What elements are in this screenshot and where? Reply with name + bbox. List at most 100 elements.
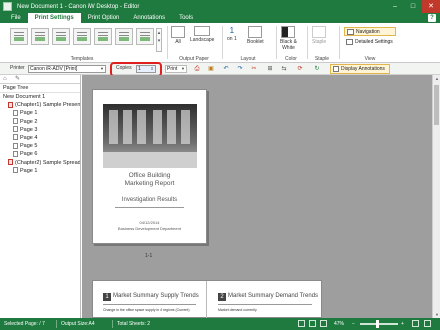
zoom-slider-thumb[interactable] — [376, 320, 380, 328]
divider — [115, 207, 184, 208]
page-icon — [13, 118, 18, 125]
page-tree-tab-icon[interactable]: ⌂ — [3, 76, 11, 83]
tree-item-label: Page 2 — [20, 118, 38, 125]
minimize-button[interactable]: – — [386, 0, 404, 13]
output-size-status: Output Size:A4 — [61, 321, 95, 327]
tree-item-chapter[interactable]: (Chapter1) Sample Presentation — [0, 101, 80, 109]
display-annotations-button[interactable]: Display Annotations — [330, 64, 390, 74]
scroll-thumb[interactable] — [434, 85, 439, 125]
tree-item-label: Page 1 — [20, 167, 38, 174]
chevron-down-icon: ▼ — [181, 66, 185, 71]
black-white-button[interactable]: Black & White — [280, 26, 297, 51]
delete-icon[interactable]: ✂ — [250, 65, 258, 73]
booklet-button[interactable]: Booklet — [247, 26, 264, 45]
spread-left: 1 Market Summary Supply Trends Change in… — [93, 281, 207, 319]
section-text: Market demand currently — [218, 308, 257, 312]
tree-item-page[interactable]: Page 5 — [0, 142, 80, 150]
tree-item-chapter[interactable]: (Chapter2) Sample Spread Original — [0, 159, 80, 167]
page-icon — [13, 150, 18, 157]
printer-label: Printer — [10, 65, 25, 71]
print-button[interactable]: Print ▼ — [165, 65, 187, 73]
page-view-icon[interactable] — [298, 320, 305, 327]
tree-item-label: Page 1 — [20, 110, 38, 117]
close-button[interactable]: ✕ — [422, 0, 440, 13]
staple-group: Staple Staple — [308, 25, 336, 62]
fit-page-icon[interactable] — [309, 320, 316, 327]
section-number: 2 — [218, 293, 226, 301]
template-thumb[interactable] — [115, 28, 133, 45]
tree-item-page[interactable]: Page 6 — [0, 150, 80, 158]
window-controls: – □ ✕ — [386, 0, 440, 13]
report-title-line1: Office Building — [128, 172, 171, 179]
page-tree-pane: ⌂ ✎ Page Tree New Document 1 (Chapter1) S… — [0, 75, 81, 318]
print-preview-icon[interactable]: ⎙ — [193, 65, 201, 73]
app-icon — [3, 2, 12, 11]
template-thumb[interactable] — [94, 28, 112, 45]
total-sheets-status: Total Sheets: 2 — [117, 321, 151, 327]
insert-icon[interactable]: ⊞ — [266, 65, 274, 73]
templates-scroll[interactable]: ▴ ▾ — [156, 28, 162, 52]
building-photo — [103, 104, 197, 168]
help-button[interactable]: ? — [428, 14, 436, 22]
tree-item-label: New Document 1 — [3, 94, 46, 100]
vertical-scrollbar[interactable]: ▲ ▼ — [432, 75, 440, 318]
tab-print-settings[interactable]: Print Settings — [27, 13, 81, 23]
report-subtitle: Investigation Results — [121, 197, 178, 203]
two-page-icon[interactable] — [424, 320, 431, 327]
annotation-tab-icon[interactable]: ✎ — [15, 76, 23, 83]
staple-icon — [312, 26, 327, 38]
maximize-button[interactable]: □ — [404, 0, 422, 13]
tab-print-option[interactable]: Print Option — [81, 13, 127, 23]
redo-icon[interactable]: ↷ — [236, 65, 244, 73]
tree-item-label: (Chapter1) Sample Presentation — [15, 102, 80, 109]
staple-button[interactable]: Staple — [312, 26, 326, 45]
page-preview[interactable]: Office Building Marketing Report Investi… — [92, 89, 207, 244]
scroll-up-icon[interactable]: ▲ — [433, 75, 440, 82]
move-icon[interactable]: ⇆ — [280, 65, 288, 73]
templates-group: ▴ ▾ Templates — [2, 25, 162, 62]
template-thumb[interactable] — [73, 28, 91, 45]
export-icon[interactable]: ▣ — [207, 65, 215, 73]
color-group: Black & White Color — [277, 25, 305, 62]
zoom-in-icon[interactable]: + — [401, 321, 404, 327]
section-number: 1 — [103, 293, 111, 301]
menu-bar: File Print Settings Print Option Annotat… — [0, 13, 440, 23]
rotate-icon[interactable]: ⟳ — [296, 65, 304, 73]
template-thumb[interactable] — [136, 28, 154, 45]
printer-select[interactable]: Canon iR-ADV [Print] ▼ — [28, 65, 106, 73]
spread-page-preview[interactable]: 1 Market Summary Supply Trends Change in… — [92, 280, 322, 319]
fit-width-icon[interactable] — [320, 320, 327, 327]
tab-file[interactable]: File — [4, 13, 28, 23]
tree-item-page[interactable]: Page 4 — [0, 134, 80, 142]
window-title: New Document 1 - Canon iW Desktop - Edit… — [17, 3, 140, 10]
undo-icon[interactable]: ↶ — [222, 65, 230, 73]
scroll-down-icon[interactable]: ▼ — [433, 311, 440, 318]
template-thumb[interactable] — [52, 28, 70, 45]
zoom-out-icon[interactable]: − — [352, 321, 355, 327]
tree-item-label: Page 6 — [20, 151, 38, 158]
tab-tools[interactable]: Tools — [172, 13, 200, 23]
tab-annotations[interactable]: Annotations — [126, 13, 172, 23]
chapter-icon — [8, 159, 13, 166]
tree-item-document[interactable]: New Document 1 — [0, 93, 80, 101]
chapter-icon — [8, 101, 13, 108]
view-group: View — [340, 25, 400, 62]
report-department: Business Development Department — [118, 226, 181, 231]
one-on-one-button[interactable]: 1 on 1 — [227, 26, 237, 42]
template-thumb[interactable] — [10, 28, 28, 45]
color-mode-icon — [281, 26, 296, 38]
full-page-icon[interactable] — [412, 320, 419, 327]
tree-item-label: (Chapter2) Sample Spread Original — [15, 159, 80, 166]
tree-item-page[interactable]: Page 1 — [0, 109, 80, 117]
report-title-line2: Marketing Report — [124, 180, 175, 187]
refresh-icon[interactable]: ↻ — [313, 65, 321, 73]
print-toolbar: Printer Canon iR-ADV [Print] ▼ Copies 1 … — [0, 63, 440, 75]
report-date: 04/12/2014 — [139, 220, 160, 225]
tree-item-page[interactable]: Page 3 — [0, 126, 80, 134]
color-label: Color — [285, 56, 297, 62]
tree-item-page[interactable]: Page 2 — [0, 118, 80, 126]
tree-item-page[interactable]: Page 1 — [0, 167, 80, 175]
template-thumb[interactable] — [31, 28, 49, 45]
all-paper-button[interactable]: All — [171, 26, 185, 45]
landscape-button[interactable]: Landscape — [190, 26, 214, 43]
